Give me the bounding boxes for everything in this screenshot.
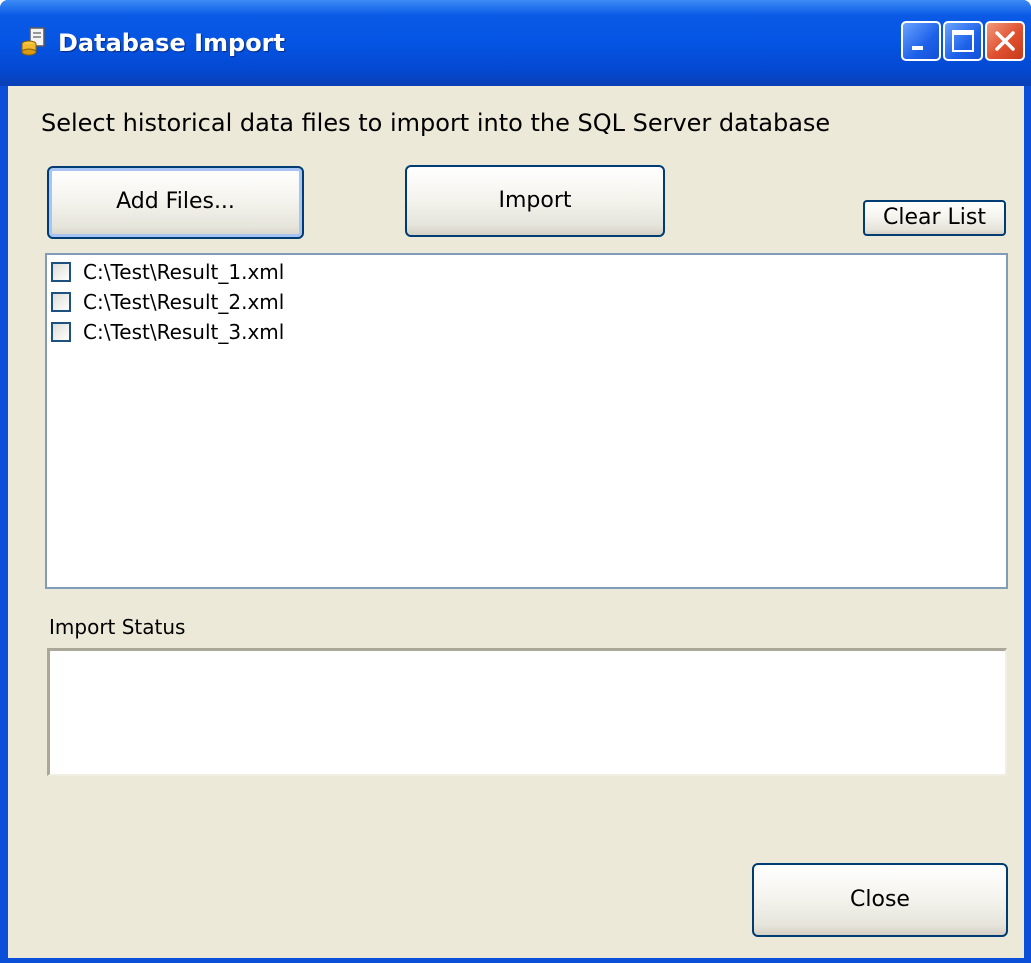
close-button[interactable]: Close bbox=[752, 863, 1008, 937]
window-title: Database Import bbox=[58, 29, 285, 57]
dialog-client-area: Select historical data files to import i… bbox=[8, 86, 1024, 958]
instructions-label: Select historical data files to import i… bbox=[41, 109, 831, 137]
maximize-icon bbox=[952, 30, 974, 52]
file-path-label: C:\Test\Result_2.xml bbox=[83, 290, 285, 314]
minimize-icon bbox=[912, 46, 923, 50]
clear-list-button[interactable]: Clear List bbox=[863, 200, 1006, 236]
file-path-label: C:\Test\Result_1.xml bbox=[83, 260, 285, 284]
file-checkbox[interactable] bbox=[51, 322, 71, 342]
file-checkbox[interactable] bbox=[51, 262, 71, 282]
file-checkbox[interactable] bbox=[51, 292, 71, 312]
close-icon bbox=[995, 31, 1015, 51]
add-files-button[interactable]: Add Files... bbox=[47, 166, 304, 239]
file-checked-list[interactable]: C:\Test\Result_1.xml C:\Test\Result_2.xm… bbox=[45, 253, 1008, 589]
import-button[interactable]: Import bbox=[405, 165, 665, 237]
minimize-button[interactable] bbox=[901, 21, 941, 61]
import-status-textbox[interactable] bbox=[47, 648, 1007, 776]
import-status-label: Import Status bbox=[49, 615, 186, 639]
title-bar[interactable]: Database Import bbox=[0, 0, 1031, 86]
maximize-button[interactable] bbox=[943, 21, 983, 61]
database-import-app-icon bbox=[21, 27, 45, 56]
close-window-button[interactable] bbox=[985, 21, 1025, 61]
database-import-window: Database Import Select historical data f… bbox=[0, 0, 1031, 963]
file-path-label: C:\Test\Result_3.xml bbox=[83, 320, 285, 344]
